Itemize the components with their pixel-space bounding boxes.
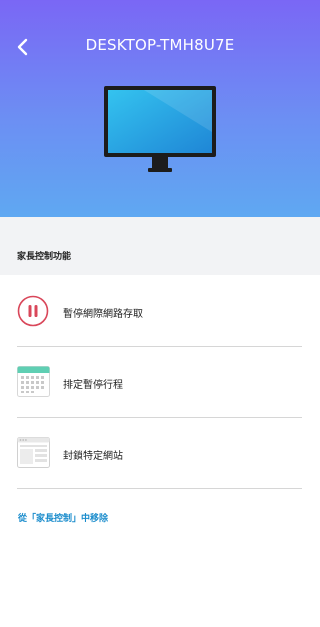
block-sites-item[interactable]: 封鎖特定網站 xyxy=(0,419,320,489)
device-name: DESKTOP-TMH8U7E xyxy=(85,36,235,54)
divider xyxy=(17,488,302,489)
section-header: 家長控制功能 xyxy=(0,217,320,275)
schedule-pause-item[interactable]: 排定暫停行程 xyxy=(0,348,320,418)
divider xyxy=(17,417,302,418)
pause-icon xyxy=(17,295,49,327)
monitor-icon xyxy=(104,86,216,172)
section-title: 家長控制功能 xyxy=(17,252,72,262)
divider xyxy=(17,346,302,347)
block-sites-label: 封鎖特定網站 xyxy=(63,451,123,462)
remove-from-parental-controls-link[interactable]: 從「家長控制」中移除 xyxy=(18,511,108,524)
device-header: DESKTOP-TMH8U7E xyxy=(0,0,320,217)
pause-internet-item[interactable]: 暫停網際網路存取 xyxy=(0,277,320,347)
pause-internet-label: 暫停網際網路存取 xyxy=(63,309,143,320)
calendar-icon xyxy=(17,366,50,397)
browser-window-icon xyxy=(17,437,50,468)
schedule-pause-label: 排定暫停行程 xyxy=(63,380,123,391)
